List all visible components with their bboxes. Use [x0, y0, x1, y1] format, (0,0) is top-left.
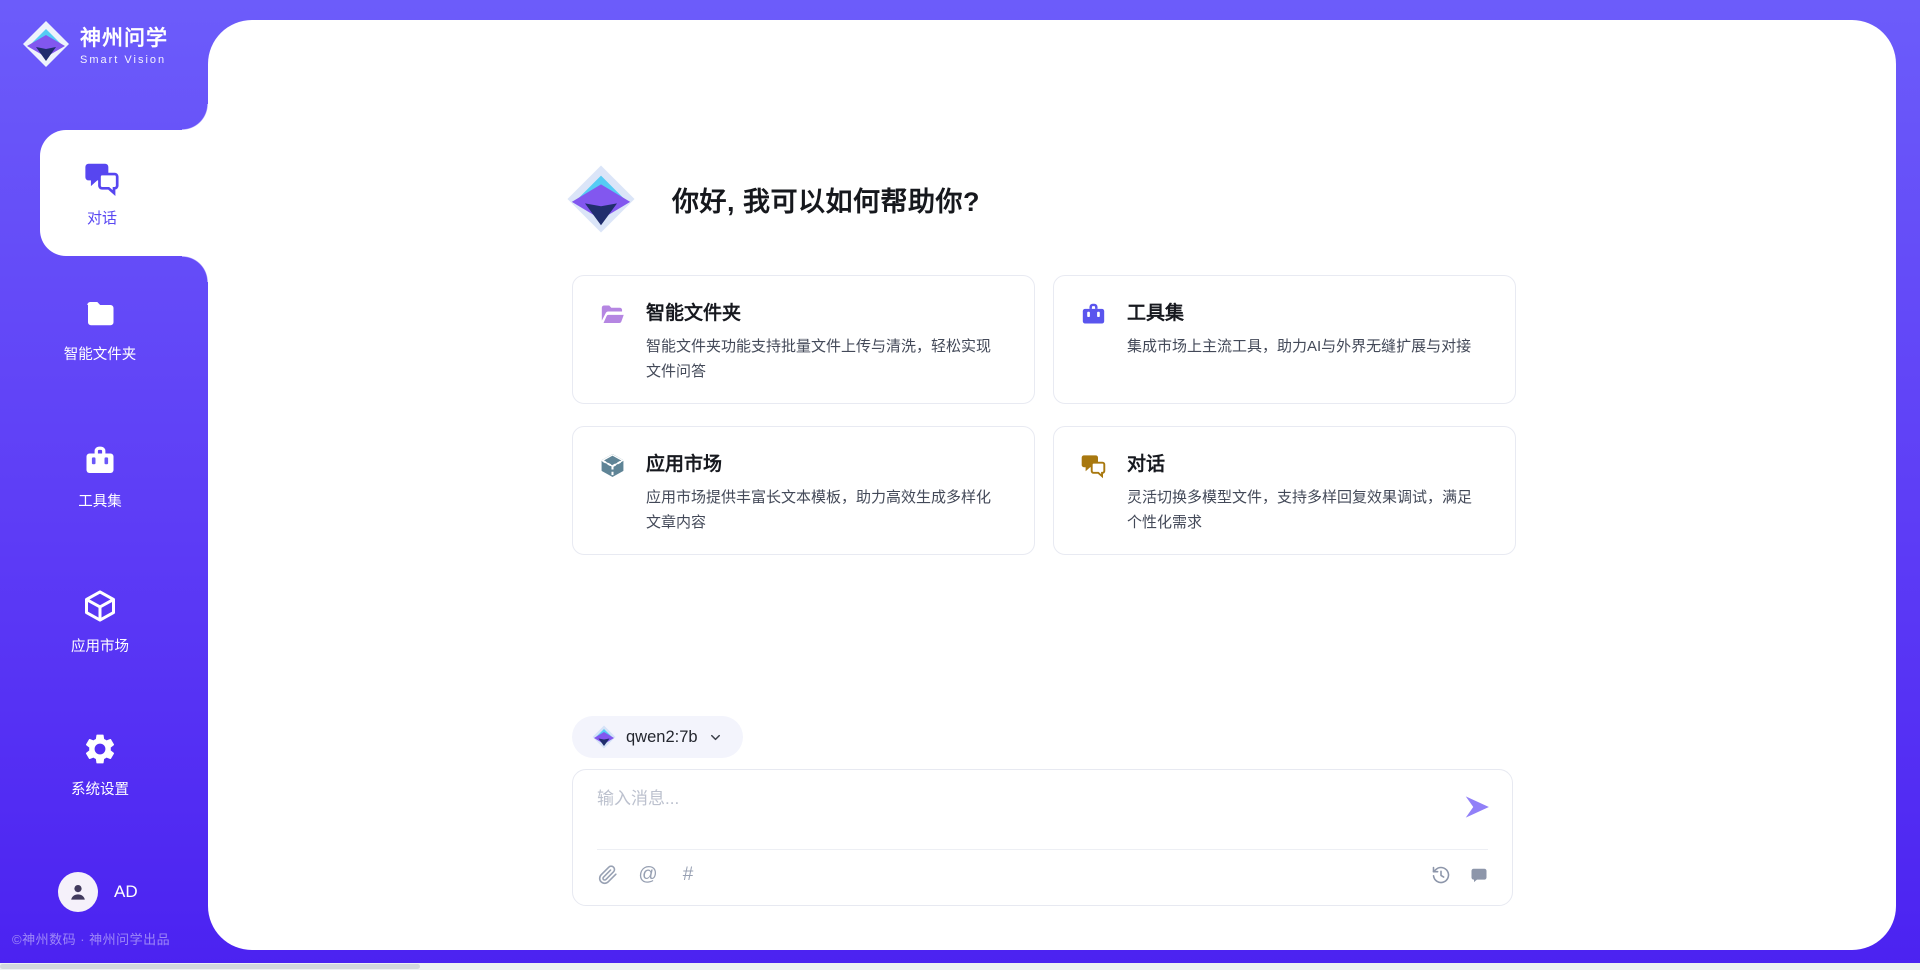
- sidebar-item-chat[interactable]: 对话: [40, 130, 208, 256]
- paperclip-icon: [598, 865, 618, 885]
- history-icon: [1431, 865, 1451, 885]
- person-icon: [66, 880, 90, 904]
- send-icon: [1462, 792, 1492, 822]
- new-chat-button[interactable]: [1468, 864, 1490, 886]
- sidebar-item-toolset[interactable]: 工具集: [0, 443, 200, 511]
- feature-cards: 智能文件夹 智能文件夹功能支持批量文件上传与清洗，轻松实现文件问答 工具集 集成…: [572, 275, 1516, 555]
- model-selector[interactable]: qwen2:7b: [572, 716, 743, 758]
- cube-icon: [82, 588, 118, 624]
- app-tagline: Smart Vision: [80, 54, 168, 66]
- hero: 你好, 我可以如何帮助你?: [566, 164, 980, 234]
- mention-button[interactable]: @: [637, 864, 659, 886]
- sidebar-item-label: 智能文件夹: [64, 343, 137, 364]
- card-description: 灵活切换多模型文件，支持多样回复效果调试，满足个性化需求: [1127, 485, 1491, 535]
- topic-button[interactable]: #: [677, 864, 699, 886]
- app-logo: 神州问学 Smart Vision: [22, 20, 168, 68]
- composer-divider: [597, 849, 1488, 850]
- card-title: 对话: [1127, 449, 1491, 476]
- card-description: 集成市场上主流工具，助力AI与外界无缝扩展与对接: [1127, 334, 1481, 359]
- message-input[interactable]: [597, 784, 1457, 842]
- main-content-panel: 你好, 我可以如何帮助你? 智能文件夹 智能文件夹功能支持批量文件上传与清洗，轻…: [208, 20, 1896, 950]
- brand-diamond-icon: [566, 164, 636, 234]
- folder-icon: [82, 296, 118, 332]
- sidebar-item-app-market[interactable]: 应用市场: [0, 588, 200, 656]
- card-title: 应用市场: [646, 449, 1010, 476]
- model-name: qwen2:7b: [626, 728, 698, 747]
- sidebar-item-label: 对话: [87, 207, 117, 228]
- card-smart-folder[interactable]: 智能文件夹 智能文件夹功能支持批量文件上传与清洗，轻松实现文件问答: [572, 275, 1035, 404]
- at-icon: @: [638, 864, 657, 886]
- chat-bubbles-icon: [83, 159, 121, 197]
- chat-icon: [1469, 865, 1489, 885]
- sidebar: 神州问学 Smart Vision 对话 智能文件夹 工具集 应用市场: [0, 0, 208, 970]
- card-title: 智能文件夹: [646, 298, 1010, 325]
- message-composer: @ #: [572, 769, 1513, 906]
- avatar: [58, 872, 98, 912]
- model-logo-icon: [592, 725, 616, 749]
- briefcase-icon: [1080, 301, 1107, 328]
- sidebar-item-smart-folder[interactable]: 智能文件夹: [0, 296, 200, 364]
- chat-bubbles-icon: [1080, 452, 1107, 479]
- card-toolset[interactable]: 工具集 集成市场上主流工具，助力AI与外界无缝扩展与对接: [1053, 275, 1516, 404]
- card-description: 应用市场提供丰富长文本模板，助力高效生成多样化文章内容: [646, 485, 1010, 535]
- card-app-market[interactable]: 应用市场 应用市场提供丰富长文本模板，助力高效生成多样化文章内容: [572, 426, 1035, 555]
- cube-icon: [599, 452, 626, 479]
- horizontal-scrollbar[interactable]: [0, 963, 1920, 970]
- copyright-text: ©神州数码 · 神州问学出品: [12, 929, 170, 948]
- hash-icon: #: [683, 864, 694, 886]
- user-name: AD: [114, 882, 138, 902]
- attach-file-button[interactable]: [597, 864, 619, 886]
- briefcase-icon: [82, 443, 118, 479]
- send-button[interactable]: [1462, 792, 1492, 822]
- sidebar-item-label: 应用市场: [71, 635, 129, 656]
- folder-open-icon: [599, 301, 626, 328]
- chevron-down-icon: [708, 730, 723, 745]
- app-title: 神州问学: [80, 22, 168, 52]
- greeting-text: 你好, 我可以如何帮助你?: [672, 180, 980, 219]
- sidebar-item-label: 系统设置: [71, 778, 129, 799]
- brand-diamond-icon: [22, 20, 70, 68]
- sidebar-item-label: 工具集: [78, 490, 122, 511]
- card-description: 智能文件夹功能支持批量文件上传与清洗，轻松实现文件问答: [646, 334, 1010, 384]
- scrollbar-thumb[interactable]: [0, 964, 420, 969]
- gear-icon: [82, 731, 118, 767]
- history-button[interactable]: [1430, 864, 1452, 886]
- card-chat[interactable]: 对话 灵活切换多模型文件，支持多样回复效果调试，满足个性化需求: [1053, 426, 1516, 555]
- user-account[interactable]: AD: [58, 872, 138, 912]
- card-title: 工具集: [1127, 298, 1481, 325]
- sidebar-item-settings[interactable]: 系统设置: [0, 731, 200, 799]
